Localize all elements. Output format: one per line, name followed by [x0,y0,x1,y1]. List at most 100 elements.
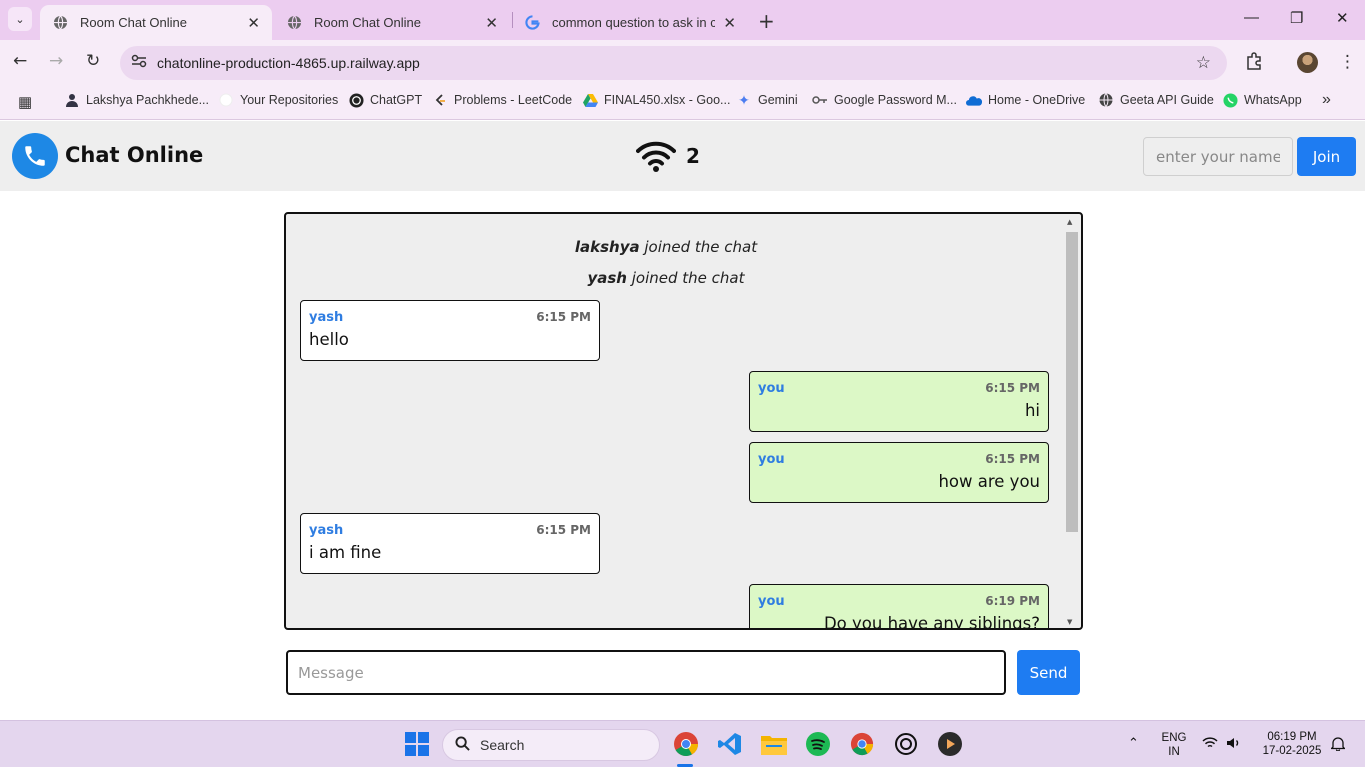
message-bubble-received: yash 6:15 PM i am fine [300,513,600,574]
message-text: how are you [938,472,1040,491]
scroll-down-arrow-icon[interactable]: ▼ [1067,618,1072,626]
globe-icon [286,15,302,31]
bookmark-item[interactable]: Problems - LeetCode [432,92,572,108]
chrome-profile-icon[interactable] [673,731,699,757]
person-icon [64,92,80,108]
key-icon [812,92,828,108]
bookmark-item[interactable]: Google Password M... [812,92,957,108]
browser-tab[interactable]: common question to ask in cha ✕ [512,5,748,40]
name-input[interactable] [1143,137,1293,176]
chatgpt-icon [348,92,364,108]
new-tab-icon[interactable]: + [758,9,775,33]
system-clock[interactable]: 06:19 PM 17-02-2025 [1256,730,1328,758]
site-settings-icon[interactable] [130,54,148,72]
scroll-thumb[interactable] [1066,232,1078,532]
app-title: Chat Online [65,143,204,167]
volume-icon[interactable] [1226,736,1242,754]
address-bar[interactable]: chatonline-production-4865.up.railway.ap… [120,46,1227,80]
bookmark-item[interactable]: Your Repositories [218,92,338,108]
leetcode-icon [432,92,448,108]
windows-taskbar: Search ⌃ ENG IN 06:19 PM 17-02-2025 [0,720,1365,767]
chat-messages-panel[interactable]: lakshya joined the chat yash joined the … [284,212,1083,630]
globe-icon [52,15,68,31]
forward-arrow-icon[interactable]: → [49,51,63,71]
google-icon [524,15,540,31]
back-arrow-icon[interactable]: ← [13,51,27,71]
browser-tab[interactable]: Room Chat Online ✕ [274,5,510,40]
spotify-icon[interactable] [805,731,831,757]
file-explorer-icon[interactable] [761,731,787,757]
tab-search-button[interactable]: ⌄ [8,7,32,31]
message-bubble-sent: you 6:19 PM Do you have any siblings? [749,584,1049,630]
message-sender: you [758,381,785,396]
chrome-icon[interactable] [849,731,875,757]
profile-avatar[interactable] [1297,52,1318,73]
media-player-icon[interactable] [937,731,963,757]
globe-icon [1098,92,1114,108]
search-icon [455,735,470,755]
close-tab-icon[interactable]: ✕ [723,14,736,32]
bookmarks-bar: ▦ Lakshya Pachkhede... Your Repositories… [0,85,1365,120]
taskbar-search-box[interactable]: Search [442,729,660,761]
browser-tab-strip: ⌄ Room Chat Online ✕ Room Chat Online ✕ … [0,0,1365,40]
more-options-icon[interactable]: ⋮ [1339,52,1356,72]
vscode-icon[interactable] [717,731,743,757]
message-sender: you [758,594,785,609]
restore-icon[interactable]: ❐ [1290,9,1303,27]
message-sender: yash [309,523,344,538]
bookmark-item[interactable]: Lakshya Pachkhede... [64,92,209,108]
message-sender: yash [309,310,344,325]
scroll-up-arrow-icon[interactable]: ▲ [1067,218,1072,226]
message-text: Do you have any siblings? [823,614,1040,630]
url-text: chatonline-production-4865.up.railway.ap… [157,55,420,71]
bookmark-item[interactable]: ChatGPT [348,92,422,108]
wifi-status-icon[interactable] [1202,736,1218,753]
message-bubble-sent: you 6:15 PM hi [749,371,1049,432]
join-button[interactable]: Join [1297,137,1356,176]
more-bookmarks-icon[interactable]: » [1322,91,1331,109]
chatgpt-icon[interactable] [893,731,919,757]
message-time: 6:15 PM [985,452,1040,466]
message-input[interactable] [286,650,1006,695]
reload-icon[interactable]: ↻ [86,51,100,71]
notification-bell-icon[interactable] [1329,736,1347,755]
minimize-icon[interactable]: — [1244,9,1259,26]
windows-start-icon[interactable] [404,731,430,757]
bookmark-item[interactable]: WhatsApp [1222,92,1302,108]
github-icon [218,92,234,108]
show-hidden-icons-icon[interactable]: ⌃ [1128,736,1139,750]
apps-grid-icon[interactable]: ▦ [18,93,32,111]
bookmark-item[interactable]: ✦ Gemini [736,91,797,108]
message-bubble-received: yash 6:15 PM hello [300,300,600,361]
online-user-count: 2 [686,144,700,168]
bookmark-item[interactable]: Home - OneDrive [966,92,1085,108]
bookmark-item[interactable]: Geeta API Guide [1098,92,1214,108]
chat-scrollbar[interactable]: ▲ ▼ [1065,218,1079,626]
language-indicator[interactable]: ENG IN [1158,731,1190,759]
browser-tab-active[interactable]: Room Chat Online ✕ [40,5,272,40]
gemini-icon: ✦ [738,91,750,108]
chevron-down-icon: ⌄ [15,12,25,26]
message-text: i am fine [309,543,382,562]
tab-title: Room Chat Online [80,15,187,30]
message-time: 6:15 PM [536,310,591,324]
tab-title: common question to ask in cha [552,15,716,30]
message-time: 6:15 PM [985,381,1040,395]
close-tab-icon[interactable]: ✕ [485,14,498,32]
extensions-icon[interactable] [1245,52,1263,75]
app-header: Chat Online 2 Join [0,121,1365,191]
onedrive-icon [966,92,982,108]
bookmark-star-icon[interactable]: ☆ [1196,53,1211,73]
message-time: 6:15 PM [536,523,591,537]
whatsapp-icon [1222,92,1238,108]
system-message: lakshya joined the chat [574,238,758,256]
tab-title: Room Chat Online [314,15,421,30]
system-message: yash joined the chat [587,269,745,287]
message-time: 6:19 PM [985,594,1040,608]
bookmark-item[interactable]: FINAL450.xlsx - Goo... [582,92,730,108]
send-button[interactable]: Send [1017,650,1080,695]
message-text: hi [1024,401,1040,420]
close-window-icon[interactable]: ✕ [1336,9,1349,27]
message-text: hello [309,330,349,349]
close-tab-icon[interactable]: ✕ [247,14,260,32]
